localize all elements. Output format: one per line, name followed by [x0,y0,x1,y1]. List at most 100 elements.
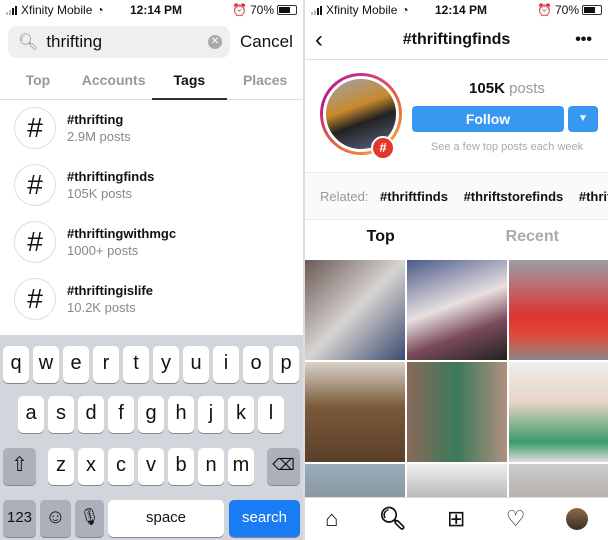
tab-top-posts[interactable]: Top [305,228,457,246]
wifi-icon: ◔ [401,3,409,17]
tab-accounts[interactable]: Accounts [76,68,152,99]
list-item[interactable]: # #thriftingfinds 105K posts [14,164,154,206]
result-name: #thriftingislife [67,283,153,298]
result-name: #thriftingwithmgc [67,226,177,241]
hashtag-screen: Xfinity Mobile ◔ 12:14 PM ⏰ 70% ‹ #thrift… [305,0,608,540]
search-icon[interactable]: 🔍︎ [379,506,407,532]
related-label: Related: [320,189,369,204]
post-thumbnail[interactable] [509,362,608,462]
microphone-icon[interactable]: 🎙︎ [75,500,104,537]
hashtag-icon: # [14,221,56,263]
key-j[interactable]: j [198,396,224,433]
more-icon[interactable]: ••• [575,20,592,60]
shift-key[interactable]: ⇧ [3,448,36,485]
wifi-icon: ◔ [96,3,104,17]
clear-icon[interactable]: ✕ [208,35,222,49]
related-tags: Related: #thriftfinds #thriftstorefinds … [305,172,608,220]
result-count: 105K posts [67,186,133,201]
battery-icon [582,5,602,15]
post-thumbnail[interactable] [407,362,507,462]
result-count: 1000+ posts [67,243,139,258]
post-count-value: 105K [469,80,505,97]
result-name: #thrifting [67,112,124,127]
key-s[interactable]: s [48,396,74,433]
key-g[interactable]: g [138,396,164,433]
key-t[interactable]: t [123,346,149,383]
key-z[interactable]: z [48,448,74,485]
result-count: 10.2K posts [67,300,136,315]
backspace-key[interactable]: ⌫ [267,448,300,485]
follow-hint: See a few top posts each week [430,141,584,153]
post-thumbnail[interactable] [509,260,608,360]
key-r[interactable]: r [93,346,119,383]
hashtag-icon: # [14,278,56,320]
related-tag[interactable]: #thriftstore [579,189,608,204]
key-v[interactable]: v [138,448,164,485]
related-tag[interactable]: #thriftstorefinds [464,189,564,204]
search-input[interactable]: 🔍︎ thrifting ✕ [8,26,230,58]
tab-top[interactable]: Top [0,68,76,99]
battery-percent: 70% [554,3,579,17]
post-count: 105K posts [412,80,602,97]
key-n[interactable]: n [198,448,224,485]
key-d[interactable]: d [78,396,104,433]
profile-avatar[interactable] [565,508,588,530]
emoji-icon[interactable]: ☺ [40,500,71,537]
post-grid [305,260,608,540]
key-w[interactable]: w [33,346,59,383]
back-icon[interactable]: ‹ [315,20,323,60]
key-e[interactable]: e [63,346,89,383]
page-title: #thriftingfinds [402,31,511,48]
key-u[interactable]: u [183,346,209,383]
key-a[interactable]: a [18,396,44,433]
hashtag-badge-icon: # [371,136,395,160]
cancel-button[interactable]: Cancel [240,32,293,52]
follow-dropdown-button[interactable]: ▼ [568,106,598,132]
follow-button[interactable]: Follow [412,106,564,132]
time: 12:14 PM [130,3,183,17]
key-o[interactable]: o [243,346,269,383]
status-bar: Xfinity Mobile ◔ 12:14 PM ⏰ 70% [0,0,303,20]
heart-icon[interactable]: ♡ [506,506,526,532]
result-count: 2.9M posts [67,129,131,144]
key-i[interactable]: i [213,346,239,383]
key-k[interactable]: k [228,396,254,433]
key-l[interactable]: l [258,396,284,433]
related-tag[interactable]: #thriftfinds [380,189,448,204]
key-m[interactable]: m [228,448,254,485]
key-x[interactable]: x [78,448,104,485]
signal-icon [6,5,17,15]
key-c[interactable]: c [108,448,134,485]
tab-recent-posts[interactable]: Recent [457,228,608,246]
key-f[interactable]: f [108,396,134,433]
space-key[interactable]: space [108,500,224,537]
numbers-key[interactable]: 123 [3,500,36,537]
key-p[interactable]: p [273,346,299,383]
search-icon: 🔍︎ [18,34,39,51]
key-h[interactable]: h [168,396,194,433]
post-tabs: Top Recent [305,228,608,246]
key-y[interactable]: y [153,346,179,383]
post-thumbnail[interactable] [305,362,405,462]
carrier: Xfinity Mobile [326,3,398,17]
battery-icon [277,5,297,15]
list-item[interactable]: # #thriftingwithmgc 1000+ posts [14,221,176,263]
nav-bar: ‹ #thriftingfinds ••• [305,20,608,60]
key-q[interactable]: q [3,346,29,383]
add-post-icon[interactable]: ⊞ [447,506,465,532]
home-icon[interactable]: ⌂ [325,506,338,532]
key-b[interactable]: b [168,448,194,485]
list-item[interactable]: # #thriftingislife 10.2K posts [14,278,153,320]
search-screen: Xfinity Mobile ◔ 12:14 PM ⏰ 70% 🔍︎ thrift… [0,0,303,540]
triangle-down-icon: ▼ [578,113,588,124]
search-key[interactable]: search [229,500,300,537]
search-query: thrifting [46,32,103,51]
post-thumbnail[interactable] [407,260,507,360]
result-name: #thriftingfinds [67,169,155,184]
status-bar: Xfinity Mobile ◔ 12:14 PM ⏰ 70% [305,0,608,20]
carrier: Xfinity Mobile [21,3,93,17]
list-item[interactable]: # #thrifting 2.9M posts [14,107,131,149]
tab-tags[interactable]: Tags [151,68,228,100]
post-thumbnail[interactable] [305,260,405,360]
tab-places[interactable]: Places [227,68,303,99]
